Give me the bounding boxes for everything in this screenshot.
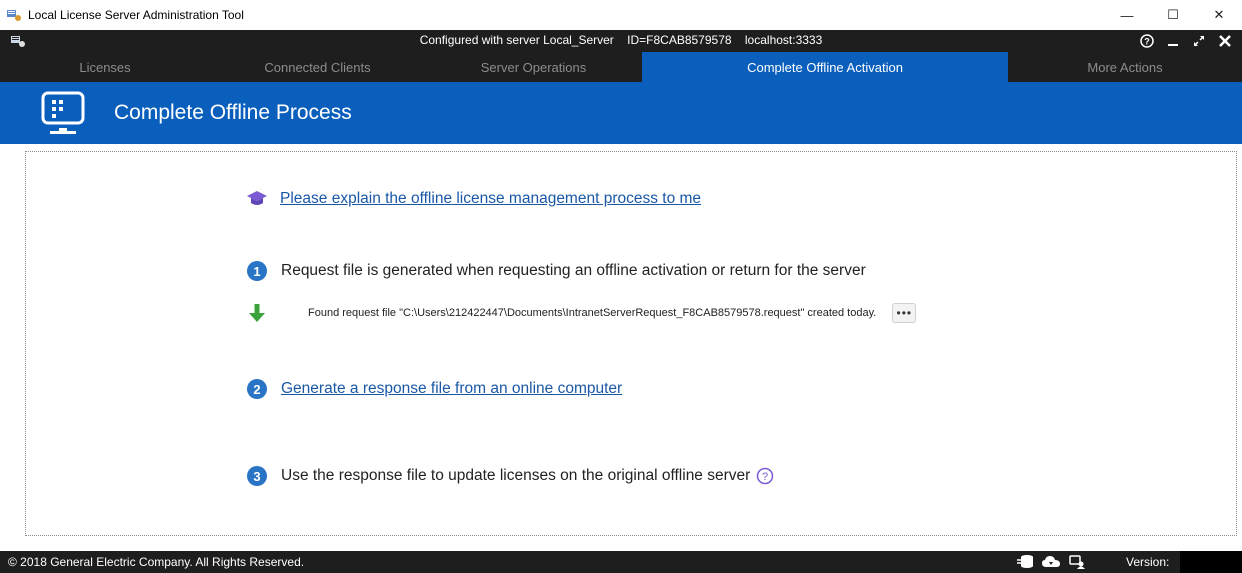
help-circle-icon[interactable]: ?: [1134, 30, 1160, 52]
server-info: Configured with server Local_Server ID=F…: [0, 33, 1242, 47]
step2-row: 2 Generate a response file from an onlin…: [247, 379, 622, 399]
server-configured-text: Configured with server Local_Server: [419, 33, 614, 47]
status-icons: [1012, 553, 1090, 571]
question-circle-icon[interactable]: ?: [756, 467, 774, 485]
app-header: Configured with server Local_Server ID=F…: [0, 30, 1242, 52]
window-titlebar: Local License Server Administration Tool…: [0, 0, 1242, 30]
window-minimize-button[interactable]: —: [1104, 0, 1150, 30]
step1-text: Request file is generated when requestin…: [281, 262, 866, 279]
minimize-icon[interactable]: [1160, 30, 1186, 52]
main-tabs: Licenses Connected Clients Server Operat…: [0, 52, 1242, 82]
step3-row: 3 Use the response file to update licens…: [247, 466, 774, 486]
found-request-file-text: Found request file "C:\Users\212422447\D…: [308, 307, 877, 319]
server-host-text: localhost:3333: [744, 33, 823, 47]
page-header: Complete Offline Process: [0, 82, 1242, 144]
arrow-down-icon: [248, 303, 266, 323]
step3-text: Use the response file to update licenses…: [281, 467, 751, 484]
database-icon[interactable]: [1012, 553, 1038, 571]
explain-process-link[interactable]: Please explain the offline license manag…: [280, 190, 701, 208]
version-value-box: [1180, 551, 1242, 573]
step1-badge: 1: [247, 261, 267, 281]
window-title: Local License Server Administration Tool: [28, 8, 244, 22]
close-icon[interactable]: [1212, 30, 1238, 52]
copyright-text: © 2018 General Electric Company. All Rig…: [8, 555, 305, 569]
browse-request-file-button[interactable]: •••: [892, 303, 917, 323]
graduation-cap-icon: [246, 189, 268, 209]
expand-icon[interactable]: [1186, 30, 1212, 52]
step2-badge: 2: [247, 379, 267, 399]
app-key-icon: [6, 7, 22, 23]
page-title: Complete Offline Process: [114, 101, 352, 124]
users-icon[interactable]: [1064, 553, 1090, 571]
cloud-sync-icon[interactable]: [1038, 553, 1064, 571]
window-controls: — ☐ ✕: [1104, 0, 1242, 30]
tab-server-operations[interactable]: Server Operations: [425, 52, 642, 82]
status-bar: © 2018 General Electric Company. All Rig…: [0, 551, 1242, 573]
tab-more-actions[interactable]: More Actions: [1008, 52, 1242, 82]
found-file-row: Found request file "C:\Users\212422447\D…: [248, 303, 917, 323]
window-close-button[interactable]: ✕: [1196, 0, 1242, 30]
tab-licenses[interactable]: Licenses: [0, 52, 210, 82]
step3-badge: 3: [247, 466, 267, 486]
header-icons: ?: [1134, 30, 1238, 52]
content-area: Please explain the offline license manag…: [25, 151, 1237, 536]
svg-text:?: ?: [762, 471, 768, 483]
svg-text:?: ?: [1144, 37, 1150, 47]
tab-connected-clients[interactable]: Connected Clients: [210, 52, 425, 82]
generate-response-link[interactable]: Generate a response file from an online …: [281, 380, 622, 398]
explain-row: Please explain the offline license manag…: [246, 189, 701, 209]
monitor-icon: [38, 90, 88, 136]
step1-row: 1 Request file is generated when request…: [247, 261, 866, 281]
server-id-text: ID=F8CAB8579578: [627, 33, 732, 47]
tab-complete-offline-activation[interactable]: Complete Offline Activation: [642, 52, 1008, 82]
version-label: Version:: [1126, 555, 1170, 569]
window-maximize-button[interactable]: ☐: [1150, 0, 1196, 30]
